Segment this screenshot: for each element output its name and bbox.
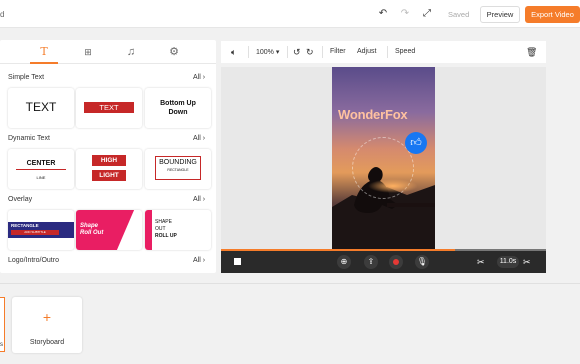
section-logo-intro-outro-title: Logo/Intro/Outro — [8, 257, 59, 264]
text-template-dynamic-1[interactable]: CENTER LINE — [8, 149, 74, 189]
template-text: TEXT — [25, 100, 57, 114]
template-text: HIGH — [92, 155, 126, 166]
split-icon[interactable]: ✂ — [477, 256, 485, 268]
text-template-simple-2[interactable]: TEXT — [76, 88, 142, 128]
playback-controls: ⊕ ⇪ 🎙︎ ✂ 11.0s ✂ — [221, 251, 546, 273]
video-preview[interactable]: WonderFox — [332, 67, 435, 249]
record-icon[interactable] — [389, 255, 403, 269]
preview-button[interactable]: Preview — [480, 6, 520, 23]
clip-thumbnail-edge[interactable]: s — [0, 297, 5, 352]
dynamic-text-all-link[interactable]: All › — [193, 135, 205, 142]
trash-icon[interactable]: 🗑︎ — [526, 46, 537, 58]
upload-icon[interactable]: ⇪ — [364, 255, 378, 269]
sun-glow — [368, 179, 418, 193]
template-subtext: LINE — [36, 175, 46, 180]
zoom-select[interactable]: 100% ▾ — [256, 48, 279, 56]
project-title-fragment: d — [0, 10, 5, 19]
overlay-template-1[interactable]: RECTANGLE ADD SUBTITLE — [8, 210, 74, 250]
text-template-dynamic-3[interactable]: BOUNDING RECTANGLE — [145, 149, 211, 189]
overlay-bar — [145, 210, 152, 250]
rotate-left-icon[interactable]: ↺ — [293, 46, 301, 58]
text-library-panel: T ⊞ ♫ ⚙ Simple Text All › TEXT TEXT Bott… — [0, 40, 216, 273]
plus-icon: + — [42, 309, 52, 325]
template-text: Bottom Up Down — [160, 100, 196, 116]
active-tab-indicator — [30, 62, 58, 64]
section-simple-text-title: Simple Text — [8, 74, 45, 81]
thumbs-up-icon[interactable]: 👍︎ — [405, 132, 427, 154]
template-text: TEXT — [84, 102, 134, 113]
video-title-overlay[interactable]: WonderFox — [338, 107, 408, 122]
duration-badge: 11.0s — [497, 256, 519, 268]
speed-button[interactable]: Speed — [395, 48, 415, 55]
toolbar-divider — [322, 46, 323, 58]
settings-icon[interactable]: ⚙ — [166, 44, 182, 60]
text-icon[interactable]: T — [36, 44, 52, 60]
overlay-rectangle: RECTANGLE ADD SUBTITLE — [8, 222, 74, 238]
section-overlay-title: Overlay — [8, 196, 33, 203]
fullscreen-icon[interactable]: ⤢ — [421, 8, 433, 20]
overlay-template-2[interactable]: Shape Roll Out — [76, 210, 142, 250]
timeline-divider — [0, 283, 580, 284]
overlay-shape: Shape Roll Out — [76, 210, 135, 250]
undo-icon[interactable]: ↶ — [377, 8, 389, 20]
stop-icon[interactable] — [234, 258, 241, 265]
library-tabs: T ⊞ ♫ ⚙ — [0, 40, 216, 64]
logo-intro-outro-all-link[interactable]: All › — [193, 257, 205, 264]
toolbar-divider — [248, 46, 249, 58]
template-text: BOUNDING RECTANGLE — [155, 156, 201, 180]
toolbar-divider — [287, 46, 288, 58]
globe-icon[interactable]: ⊕ — [337, 255, 351, 269]
rotate-right-icon[interactable]: ↻ — [306, 46, 314, 58]
adjust-button[interactable]: Adjust — [357, 48, 376, 55]
music-icon[interactable]: ♫ — [123, 44, 139, 60]
redo-icon[interactable]: ↷ — [399, 8, 411, 20]
scissors-icon[interactable]: ✂ — [523, 256, 531, 268]
add-storyboard-button[interactable]: + Storyboard — [12, 297, 82, 353]
elements-icon[interactable]: ⊞ — [80, 44, 96, 60]
overlay-all-link[interactable]: All › — [193, 196, 205, 203]
template-text: CENTER — [16, 160, 66, 170]
text-template-dynamic-2[interactable]: HIGH LIGHT — [76, 149, 142, 189]
section-dynamic-text-title: Dynamic Text — [8, 135, 50, 142]
template-text: LIGHT — [92, 170, 126, 181]
toolbar-divider — [387, 46, 388, 58]
microphone-icon[interactable]: 🎙︎ — [415, 255, 429, 269]
clip-fragment-label: s — [0, 342, 3, 348]
saved-status: Saved — [448, 10, 470, 19]
export-video-button[interactable]: Export Video — [525, 6, 580, 23]
overlay-template-3[interactable]: SHAPE OUT ROLL UP — [145, 210, 211, 250]
filter-button[interactable]: Filter — [330, 48, 346, 55]
storyboard-label: Storyboard — [29, 339, 65, 346]
text-template-simple-3[interactable]: Bottom Up Down — [145, 88, 211, 128]
simple-text-all-link[interactable]: All › — [193, 74, 205, 81]
video-toolbar: 🔈︎ 100% ▾ ↺ ↻ Filter Adjust Speed 🗑︎ — [221, 41, 546, 63]
top-bar: d ↶ ↷ ⤢ Saved Preview Export Video — [0, 0, 580, 28]
text-template-simple-1[interactable]: TEXT — [8, 88, 74, 128]
template-text: SHAPE OUT ROLL UP — [155, 219, 177, 239]
volume-icon[interactable]: 🔈︎ — [231, 46, 236, 58]
